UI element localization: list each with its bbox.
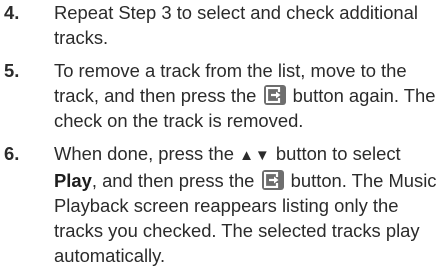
step-text-part: , and then press the	[91, 170, 255, 191]
play-label: Play	[54, 170, 92, 191]
step-text: When done, press the ▲▼ button to select…	[54, 141, 440, 268]
step-text-part: When done, press the	[54, 143, 234, 164]
step-5: 5. To remove a track from the list, move…	[0, 58, 444, 133]
step-number: 6.	[4, 143, 20, 164]
instruction-steps: 4. Repeat Step 3 to select and check add…	[0, 0, 444, 268]
step-number: 4.	[4, 2, 20, 23]
step-text: To remove a track from the list, move to…	[54, 58, 440, 133]
step-number: 5.	[4, 60, 20, 81]
step-text-part: button to select	[275, 143, 401, 164]
up-down-arrow-icon: ▲▼	[239, 147, 271, 164]
step-6: 6. When done, press the ▲▼ button to sel…	[0, 141, 444, 268]
enter-button-icon	[261, 170, 284, 190]
step-4: 4. Repeat Step 3 to select and check add…	[0, 0, 444, 50]
enter-button-icon	[263, 85, 286, 105]
step-text: Repeat Step 3 to select and check additi…	[54, 2, 418, 48]
